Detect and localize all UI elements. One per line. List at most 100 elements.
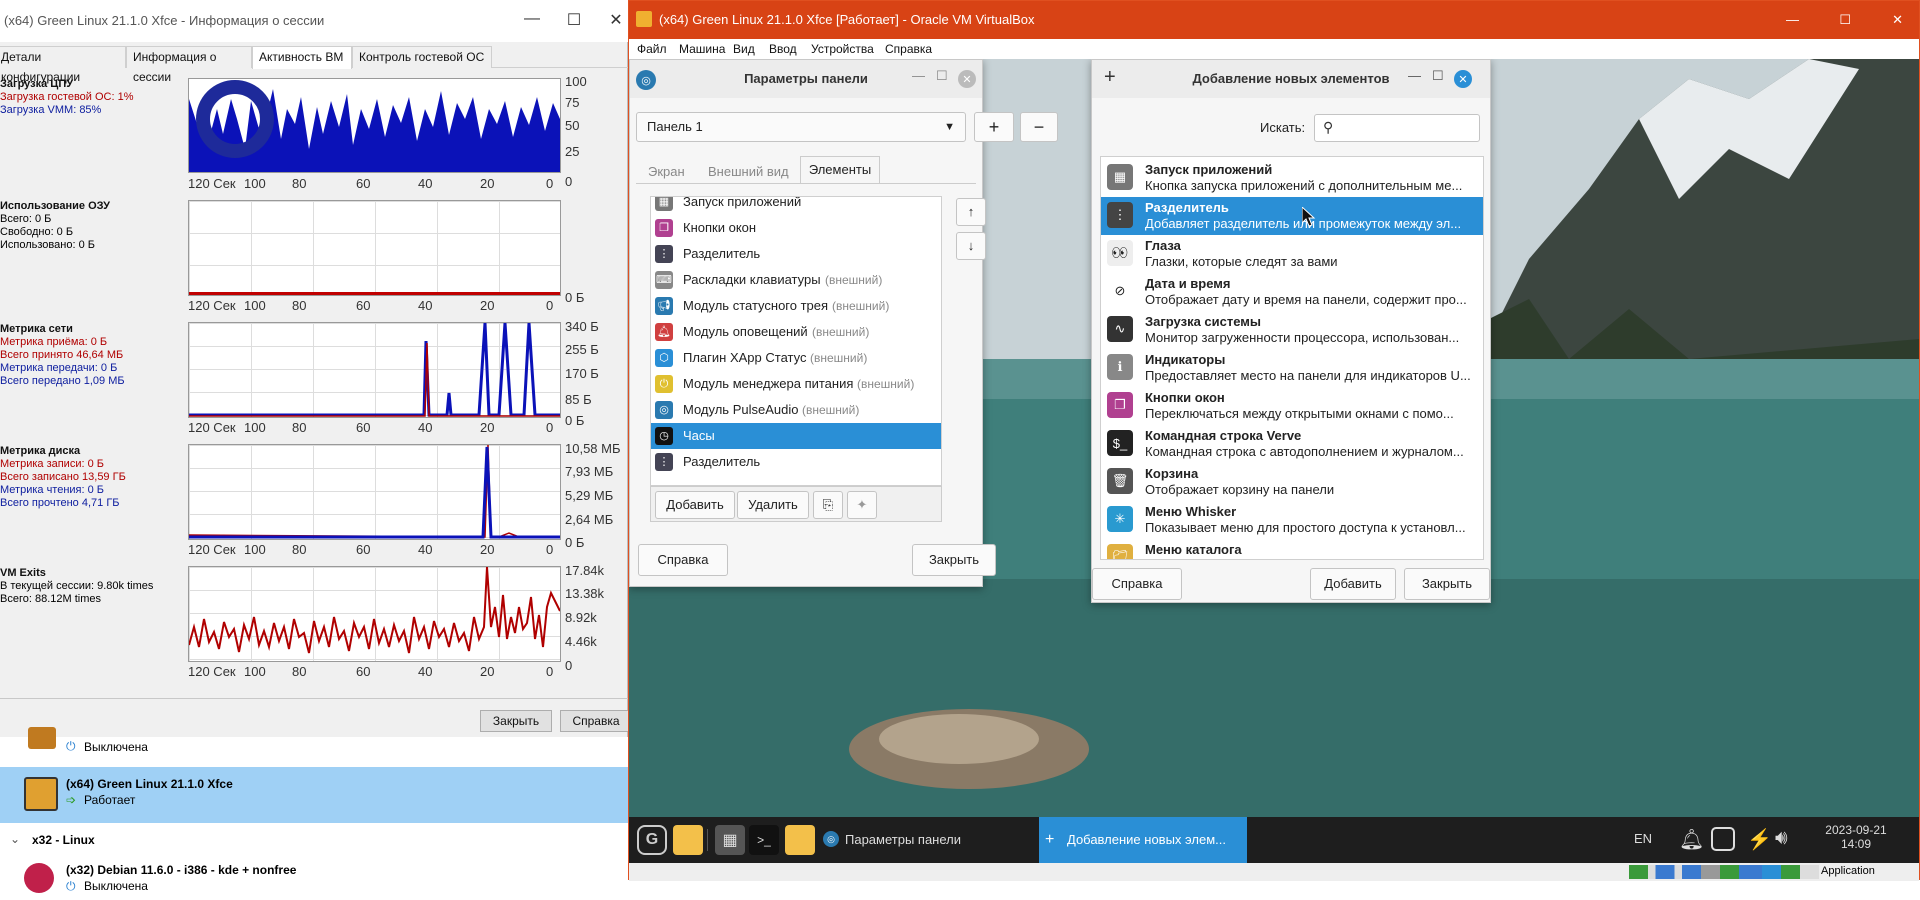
menu-devices[interactable]: Устройства <box>811 42 874 56</box>
window-indicator-icon[interactable] <box>1711 827 1735 851</box>
help-button[interactable]: Справка <box>1092 568 1182 600</box>
available-items-list[interactable]: ▦ Запуск приложений Кнопка запуска приложе… <box>1100 156 1484 560</box>
about-item-icon[interactable]: ✦ <box>847 491 877 519</box>
list-item[interactable]: ⌨ Раскладки клавиатуры (внешний) <box>651 267 941 293</box>
minimize-button[interactable]: — <box>1786 1 1799 39</box>
edit-item-icon[interactable]: ⎘ <box>813 491 843 519</box>
list-item[interactable]: 📁︎ Меню каталогаОтображает меню каталога <box>1101 539 1483 559</box>
item-description: Предоставляет место на панели для индика… <box>1145 368 1471 383</box>
menu-input[interactable]: Ввод <box>769 42 797 56</box>
add-button[interactable]: Добавить <box>1310 568 1396 600</box>
maximize-button[interactable]: ☐ <box>562 10 586 30</box>
item-title: Загрузка системы <box>1145 314 1262 329</box>
list-item[interactable]: ◎ Модуль PulseAudio (внешний) <box>651 397 941 423</box>
tab-appearance[interactable]: Внешний вид <box>708 164 789 179</box>
net-ytick: 340 Б <box>565 319 599 334</box>
close-window-button[interactable]: ✕ <box>604 10 628 30</box>
list-item[interactable]: ❐ Кнопки окон Переключаться между открытым… <box>1101 387 1483 425</box>
list-item[interactable]: ⊘ Дата и время Отображает дату и время на … <box>1101 273 1483 311</box>
volume-icon[interactable]: 🔊︎ <box>1775 827 1788 850</box>
cpu-graph <box>188 78 561 173</box>
item-description: Отображает дату и время на панели, содер… <box>1145 292 1467 307</box>
close-window-button[interactable]: ✕ <box>1892 1 1903 39</box>
vm-icon <box>636 11 652 27</box>
list-item[interactable]: 🗑︎ Корзина Отображает корзину на панели <box>1101 463 1483 501</box>
tab-guest-control[interactable]: Контроль гостевой ОС <box>352 46 492 68</box>
list-item[interactable]: 🔔︎ Модуль оповещений (внешний) <box>651 319 941 345</box>
panel-items-list[interactable]: ▦ Запуск приложений ❐ Кнопки окон ⋮ Разделите… <box>650 196 942 486</box>
menu-help[interactable]: Справка <box>885 42 932 56</box>
list-item[interactable]: ⋮ Разделитель Добавляет разделитель или пр… <box>1101 197 1483 235</box>
panel-select[interactable]: Панель 1 ▼ <box>636 112 966 142</box>
x-tick-label: 60 <box>356 542 371 557</box>
start-menu-icon[interactable]: G <box>637 825 667 855</box>
move-up-button[interactable]: ↑ <box>956 198 986 226</box>
clock[interactable]: 2023-09-21 14:09 <box>1819 823 1893 851</box>
move-down-button[interactable]: ↓ <box>956 232 986 260</box>
item-label: Модуль статусного трея <box>683 298 829 313</box>
list-item[interactable]: ⏻ Выключена <box>0 727 628 767</box>
add-item-button[interactable]: Добавить <box>655 491 735 519</box>
tab-items[interactable]: Элементы <box>800 156 880 184</box>
list-item[interactable]: ℹ Индикаторы Предоставляет место на панели… <box>1101 349 1483 387</box>
list-item[interactable]: ◷ Часы <box>651 423 941 449</box>
close-icon[interactable]: ✕ <box>958 70 976 88</box>
search-input[interactable]: ⚲ <box>1314 114 1480 142</box>
terminal-icon[interactable]: >_ <box>749 825 779 855</box>
remove-panel-button[interactable]: − <box>1020 112 1058 142</box>
exits-title: VM Exits <box>0 567 46 579</box>
minimize-button[interactable]: — <box>912 68 925 83</box>
menu-machine[interactable]: Машина <box>679 42 725 56</box>
maximize-button[interactable]: ☐ <box>936 68 948 84</box>
tab-config-details[interactable]: Детали конфигурации <box>0 46 126 84</box>
tab-session-info[interactable]: Информация о сессии <box>126 46 252 84</box>
minimize-button[interactable]: — <box>1408 68 1421 83</box>
list-item[interactable]: 📢︎ Модуль статусного трея (внешний) <box>651 293 941 319</box>
close-icon[interactable]: ✕ <box>1454 70 1472 88</box>
list-item[interactable]: ✳ Меню Whisker Показывает меню для простог… <box>1101 501 1483 539</box>
help-button[interactable]: Справка <box>560 710 632 732</box>
device-status-icons[interactable] <box>1629 865 1819 879</box>
list-item[interactable]: 👀︎ Глаза Глазки, которые следят за вами <box>1101 235 1483 273</box>
tab-display[interactable]: Экран <box>648 164 685 179</box>
maximize-button[interactable]: ☐ <box>1432 68 1444 84</box>
cpu-ytick: 0 <box>565 174 573 189</box>
apps-grid-icon[interactable]: ▦ <box>715 825 745 855</box>
list-item[interactable]: ⏻ Модуль менеджера питания (внешний) <box>651 371 941 397</box>
item-description: Монитор загруженности процессора, исполь… <box>1145 330 1460 345</box>
vm-status: Выключена <box>84 879 148 893</box>
close-button[interactable]: Закрыть <box>480 710 552 732</box>
remove-item-button[interactable]: Удалить <box>737 491 809 519</box>
add-panel-button[interactable]: + <box>974 112 1014 142</box>
folder-icon[interactable] <box>673 825 703 855</box>
menu-view[interactable]: Вид <box>733 42 755 56</box>
list-item[interactable]: (x64) Green Linux 21.1.0 Xfce ➩ Работает <box>0 767 628 823</box>
keyboard-layout[interactable]: EN <box>1634 831 1652 846</box>
list-item[interactable]: ❐ Кнопки окон <box>651 215 941 241</box>
tab-vm-activity[interactable]: Активность ВМ <box>252 46 352 69</box>
list-item[interactable]: ⬡ Плагин XApp Статус (внешний) <box>651 345 941 371</box>
exits-graph <box>188 566 561 662</box>
list-item[interactable]: $_ Командная строка Verve Командная строка… <box>1101 425 1483 463</box>
task-add-items[interactable]: + Добавление новых элем... <box>1039 817 1247 863</box>
list-item[interactable]: ⋮ Разделитель <box>651 449 941 475</box>
task-panel-prefs[interactable]: ◎ Параметры панели <box>823 817 983 863</box>
power-manager-icon[interactable]: ⚡ <box>1747 827 1772 852</box>
bell-icon[interactable]: 🔔︎ <box>1679 827 1704 852</box>
list-group[interactable]: ⌄ x32 - Linux <box>0 829 628 851</box>
x-tick-label: 0 <box>546 420 554 435</box>
close-button[interactable]: Закрыть <box>912 544 996 576</box>
list-item[interactable]: ▦ Запуск приложений Кнопка запуска приложе… <box>1101 159 1483 197</box>
files-icon[interactable] <box>785 825 815 855</box>
menu-file[interactable]: Файл <box>637 42 667 56</box>
list-item[interactable]: ∿ Загрузка системы Монитор загруженности п… <box>1101 311 1483 349</box>
item-label: Модуль PulseAudio <box>683 402 799 417</box>
dialog-title: Параметры панели <box>630 60 982 98</box>
close-button[interactable]: Закрыть <box>1404 568 1490 600</box>
maximize-button[interactable]: ☐ <box>1839 1 1851 39</box>
list-item[interactable]: ⋮ Разделитель <box>651 241 941 267</box>
list-item[interactable]: (x32) Debian 11.6.0 - i386 - kde + nonfr… <box>0 859 628 899</box>
list-item[interactable]: ▦ Запуск приложений <box>651 197 941 215</box>
minimize-button[interactable]: — <box>520 10 544 28</box>
help-button[interactable]: Справка <box>638 544 728 576</box>
